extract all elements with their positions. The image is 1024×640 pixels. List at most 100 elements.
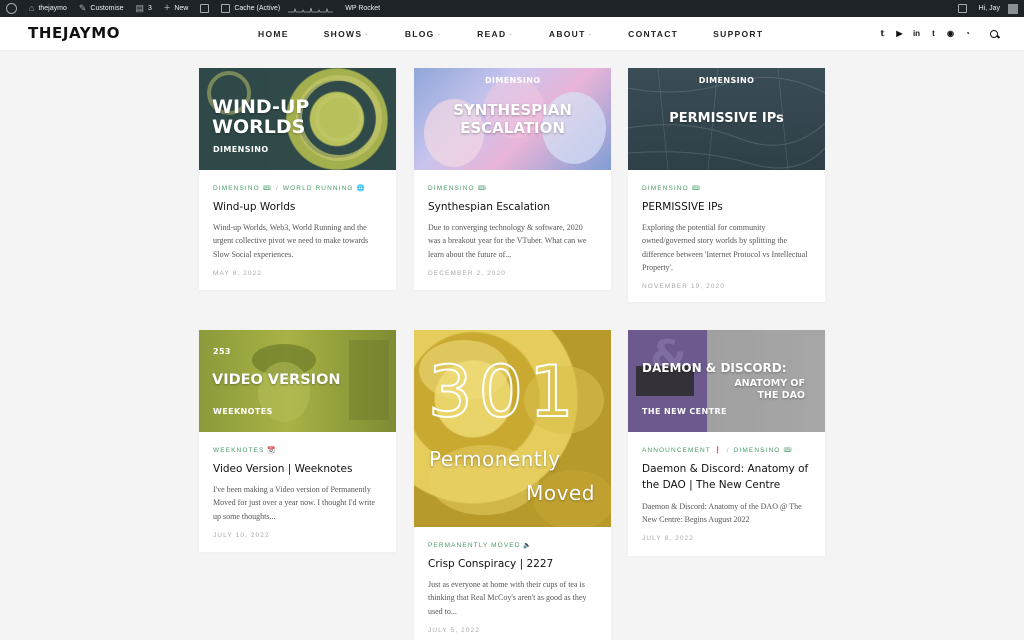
post-title[interactable]: Wind-up Worlds — [213, 199, 382, 215]
admin-new-label: New — [174, 5, 189, 12]
comment-icon: ▤ — [135, 3, 144, 13]
twitter-icon[interactable]: 𝕥 — [878, 29, 887, 38]
category-separator: / — [726, 446, 730, 454]
nav-label: BLOG — [404, 28, 435, 39]
thumbnail-subtitle: DIMENSINO — [213, 145, 269, 154]
social-links: 𝕥 ▶ in t ◉ ◔ — [878, 17, 998, 50]
nav-item-home[interactable]: HOME — [258, 29, 289, 39]
post-categories: ANNOUNCEMENT ❗ / DIMENSINO 🎟 — [642, 446, 811, 455]
admin-account-menu[interactable]: Hi, Jay — [973, 0, 1024, 17]
admin-rocket-label: WP Rocket — [345, 5, 381, 12]
admin-site-link[interactable]: ⌂ thejaymo — [23, 0, 73, 17]
yoast-icon — [200, 4, 210, 13]
post-thumbnail[interactable]: WIND-UP WORLDS DIMENSINO — [199, 68, 396, 170]
thumbnail-line2: Moved — [526, 481, 595, 505]
category-link[interactable]: WEEKNOTES 📆 — [213, 446, 277, 454]
post-title[interactable]: Synthespian Escalation — [428, 199, 597, 215]
post-thumbnail[interactable]: DIMENSINO SYNTHESPIAN ESCALATION — [414, 68, 611, 170]
post-thumbnail[interactable]: DIMENSINO PERMISSIVE IPs — [628, 68, 825, 170]
thumbnail-title: DAEMON & DISCORD: — [642, 361, 787, 375]
category-link[interactable]: DIMENSINO 🎟 — [213, 184, 272, 192]
post-card[interactable]: DIMENSINO PERMISSIVE IPs DIMENSINO 🎟 PER… — [628, 68, 825, 302]
post-thumbnail[interactable]: 253 VIDEO VERSION WEEKNOTES — [199, 330, 396, 432]
cache-icon — [221, 4, 231, 13]
admin-site-name: thejaymo — [38, 5, 67, 12]
thumbnail-title-line2: ANATOMY OF THE DAO — [734, 378, 805, 402]
category-link[interactable]: PERMANENTLY MOVED 🔈 — [428, 541, 533, 549]
thumbnail-title: PERMISSIVE IPs — [669, 111, 784, 126]
post-card[interactable]: DIMENSINO SYNTHESPIAN ESCALATION DIMENSI… — [414, 68, 611, 290]
post-title[interactable]: Crisp Conspiracy | 2227 — [428, 556, 597, 572]
linkedin-icon[interactable]: in — [912, 29, 921, 38]
plus-icon: + — [163, 2, 171, 14]
youtube-icon[interactable]: ▶ — [895, 29, 904, 38]
post-card[interactable]: WIND-UP WORLDS DIMENSINO DIMENSINO 🎟 / W… — [199, 68, 396, 290]
post-date: JULY 5, 2022 — [428, 626, 480, 634]
nav-item-shows[interactable]: SHOWS ⌄ — [324, 29, 370, 39]
spotify-icon[interactable]: ◉ — [946, 29, 955, 38]
category-link[interactable]: WORLD RUNNING 🌐 — [283, 184, 366, 192]
post-categories: WEEKNOTES 📆 — [213, 446, 382, 454]
notification-icon — [957, 4, 967, 13]
admin-comments-count: 3 — [147, 5, 152, 12]
admin-rocket-link[interactable]: WP Rocket — [339, 0, 386, 17]
nav-label: CONTACT — [628, 28, 679, 39]
chevron-down-icon: ⌄ — [508, 30, 514, 37]
nav-item-blog[interactable]: BLOG ⌄ — [405, 29, 442, 39]
post-categories: DIMENSINO 🎟 — [642, 184, 811, 192]
post-thumbnail[interactable]: & DAEMON & DISCORD: ANATOMY OF THE DAO T… — [628, 330, 825, 432]
post-title[interactable]: PERMISSIVE IPs — [642, 199, 811, 215]
main-nav: HOME SHOWS ⌄ BLOG ⌄ READ ⌄ ABOUT ⌄ CONTACT S… — [258, 17, 763, 50]
chevron-down-icon: ⌄ — [587, 30, 594, 37]
cache-graph — [288, 4, 334, 13]
category-link[interactable]: DIMENSINO 🎟 — [734, 446, 793, 454]
admin-greeting: Hi, Jay — [978, 5, 1000, 12]
nav-label: ABOUT — [548, 28, 586, 39]
post-title[interactable]: Daemon & Discord: Anatomy of the DAO | T… — [642, 461, 811, 494]
thumbnail-subtitle: DIMENSINO — [485, 76, 541, 85]
admin-cache-label: Cache (Active) — [234, 5, 281, 12]
admin-new-link[interactable]: + New — [158, 0, 194, 17]
thumbnail-title: SYNTHESPIAN ESCALATION — [453, 101, 572, 137]
admin-customise-label: Customise — [90, 5, 124, 12]
nav-item-contact[interactable]: CONTACT — [628, 29, 678, 39]
post-title[interactable]: Video Version | Weeknotes — [213, 461, 382, 477]
site-logo[interactable]: THEJAYMO — [28, 24, 120, 42]
admin-yoast-link[interactable] — [194, 0, 215, 17]
post-categories: DIMENSINO 🎟 — [428, 184, 597, 192]
home-icon: ⌂ — [29, 3, 35, 13]
nav-item-read[interactable]: READ ⌄ — [477, 29, 514, 39]
thumbnail-title: WIND-UP WORLDS — [212, 96, 310, 138]
tumblr-icon[interactable]: t — [929, 29, 938, 38]
nav-item-about[interactable]: ABOUT ⌄ — [549, 29, 593, 39]
thumbnail-subtitle: THE NEW CENTRE — [642, 407, 727, 416]
post-card[interactable]: 301 Permonently Moved PERMANENTLY MOVED … — [414, 330, 611, 640]
post-card[interactable]: & DAEMON & DISCORD: ANATOMY OF THE DAO T… — [628, 330, 825, 556]
post-excerpt: Wind-up Worlds, Web3, World Running and … — [213, 223, 369, 259]
admin-cache-link[interactable]: Cache (Active) — [215, 0, 339, 17]
thumbnail-title: VIDEO VERSION — [212, 372, 341, 388]
post-date: JULY 10, 2022 — [213, 531, 270, 539]
category-link[interactable]: DIMENSINO 🎟 — [428, 184, 487, 192]
avatar — [1008, 3, 1018, 14]
thumbnail-line1: Permonently — [429, 447, 561, 471]
post-card[interactable]: 253 VIDEO VERSION WEEKNOTES WEEKNOTES 📆 … — [199, 330, 396, 552]
wp-admin-bar: ⌂ thejaymo ✎ Customise ▤ 3 + New Cache (Acti… — [0, 0, 1024, 17]
nav-label: SHOWS — [323, 28, 363, 39]
wordpress-menu[interactable] — [0, 0, 23, 17]
post-excerpt: Daemon & Discord: Anatomy of the DAO @ T… — [642, 501, 802, 524]
admin-notification[interactable] — [952, 0, 973, 17]
category-link[interactable]: ANNOUNCEMENT ❗ — [642, 446, 723, 454]
search-icon[interactable] — [990, 29, 998, 38]
category-separator: / — [276, 184, 279, 192]
post-categories: PERMANENTLY MOVED 🔈 — [428, 541, 597, 549]
nav-item-support[interactable]: SUPPORT — [713, 29, 763, 39]
nav-label: READ — [477, 28, 507, 39]
post-thumbnail[interactable]: 301 Permonently Moved — [414, 330, 611, 527]
rss-icon[interactable]: ◔ — [963, 29, 972, 38]
thumbnail-subtitle: WEEKNOTES — [213, 407, 273, 416]
post-excerpt: Due to converging technology & software,… — [428, 223, 587, 259]
admin-comments-link[interactable]: ▤ 3 — [129, 0, 157, 17]
category-link[interactable]: DIMENSINO 🎟 — [642, 184, 701, 192]
admin-customise-link[interactable]: ✎ Customise — [73, 0, 130, 17]
